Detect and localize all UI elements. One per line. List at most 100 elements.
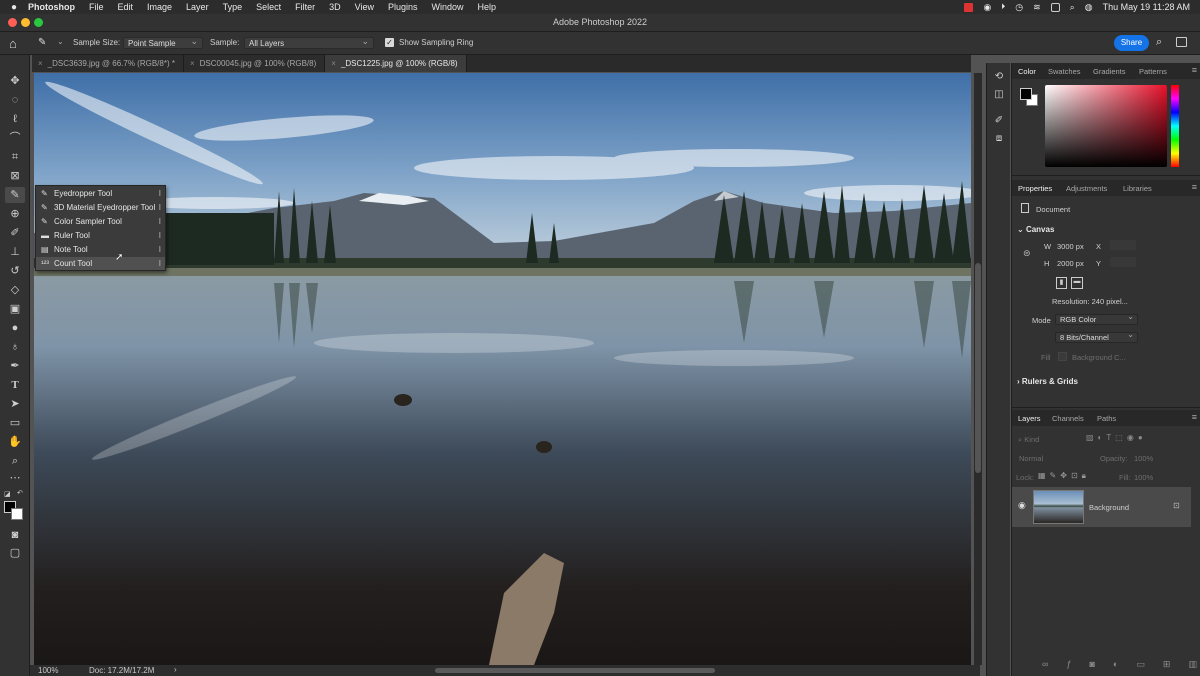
flyout-item-eyedropper[interactable]: ✎ Eyedropper Tool I (36, 187, 165, 200)
flyout-item-3d-material-eyedropper[interactable]: ✎ 3D Material Eyedropper Tool I (36, 201, 165, 214)
menu-help[interactable]: Help (478, 2, 497, 12)
color-field[interactable] (1045, 85, 1167, 167)
timer-icon[interactable]: ◷ (1015, 2, 1023, 13)
brush-settings-panel-icon[interactable]: ✐ (993, 115, 1005, 127)
menu-file[interactable]: File (89, 2, 104, 12)
creative-cloud-icon[interactable]: ◉ (983, 2, 991, 13)
vertical-scrollbar-thumb[interactable] (975, 263, 981, 473)
fill-swatch[interactable] (1058, 352, 1067, 361)
document-canvas[interactable] (34, 73, 971, 665)
link-dimensions-icon[interactable]: ⊜ (1023, 248, 1031, 259)
menu-edit[interactable]: Edit (118, 2, 134, 12)
marquee-tool-icon[interactable]: ◌ (5, 92, 25, 108)
zoom-level[interactable]: 100% (38, 666, 58, 675)
tab-patterns[interactable]: Patterns (1139, 67, 1167, 76)
tab-libraries[interactable]: Libraries (1123, 184, 1152, 193)
control-center-icon[interactable] (1050, 2, 1060, 12)
menu-window[interactable]: Window (432, 2, 464, 12)
horizontal-scrollbar[interactable] (435, 668, 715, 673)
close-tab-icon[interactable]: × (38, 59, 43, 68)
search-icon[interactable]: ⌕ (1070, 2, 1075, 13)
eraser-tool-icon[interactable]: ◇ (5, 282, 25, 298)
flyout-item-ruler[interactable]: ▬ Ruler Tool I (36, 229, 165, 242)
tab-adjustments[interactable]: Adjustments (1066, 184, 1107, 193)
quick-selection-tool-icon[interactable]: ⌒ (5, 130, 25, 146)
adjustment-layer-icon[interactable]: ◐ (1113, 659, 1118, 671)
gradient-tool-icon[interactable]: ▣ (5, 301, 25, 317)
fill-field[interactable]: 100% (1134, 473, 1153, 482)
tab-channels[interactable]: Channels (1052, 414, 1084, 423)
menu-type[interactable]: Type (223, 2, 243, 12)
wifi-icon[interactable]: ≋ (1033, 2, 1041, 13)
clone-stamp-tool-icon[interactable]: ⊥ (5, 244, 25, 260)
menu-photoshop[interactable]: Photoshop (28, 2, 75, 12)
sampling-ring-checkbox[interactable]: ✓ (385, 38, 394, 47)
close-tab-icon[interactable]: × (190, 59, 195, 68)
landscape-orientation-icon[interactable]: ▬ (1071, 277, 1083, 289)
tool-preset-chevron-icon[interactable]: ⌄ (57, 37, 64, 46)
menu-layer[interactable]: Layer (186, 2, 209, 12)
crop-tool-icon[interactable]: ⌗ (5, 149, 25, 165)
visibility-eye-icon[interactable]: ◉ (1018, 500, 1026, 511)
menu-3d[interactable]: 3D (329, 2, 341, 12)
portrait-orientation-icon[interactable]: ▮ (1056, 277, 1067, 289)
blur-tool-icon[interactable]: ● (5, 320, 25, 336)
sample-select[interactable]: All Layers (244, 36, 374, 49)
pen-tool-icon[interactable]: ✒ (5, 358, 25, 374)
zoom-tool-icon[interactable]: ⌕ (5, 453, 25, 469)
frame-tool-icon[interactable]: ⊠ (5, 168, 25, 184)
menu-view[interactable]: View (355, 2, 374, 12)
tab-layers[interactable]: Layers (1018, 414, 1041, 423)
x-field[interactable] (1110, 240, 1136, 250)
menu-filter[interactable]: Filter (295, 2, 315, 12)
layer-name[interactable]: Background (1089, 503, 1129, 512)
background-color-swatch[interactable] (11, 508, 23, 520)
vertical-scrollbar[interactable] (974, 73, 982, 665)
sample-size-select[interactable]: Point Sample (123, 36, 203, 49)
share-button[interactable]: Share (1114, 35, 1149, 51)
tab-gradients[interactable]: Gradients (1093, 67, 1126, 76)
path-selection-tool-icon[interactable]: ➤ (5, 396, 25, 412)
new-group-icon[interactable]: ▭ (1136, 659, 1145, 671)
apple-menu-icon[interactable]: ● (0, 2, 28, 13)
search-icon[interactable]: ⌕ (1156, 36, 1162, 49)
status-menu-arrow[interactable]: › (174, 665, 177, 674)
layer-style-icon[interactable]: ƒ (1066, 659, 1071, 671)
opacity-field[interactable]: 100% (1134, 454, 1153, 463)
tab-dsc3639[interactable]: × _DSC3639.jpg @ 66.7% (RGB/8*) * (32, 55, 184, 72)
mode-select[interactable]: RGB Color (1055, 313, 1138, 325)
new-layer-icon[interactable]: ⊞ (1163, 659, 1171, 671)
brush-tool-icon[interactable]: ✐ (5, 225, 25, 241)
add-mask-icon[interactable]: ◙ (1089, 659, 1094, 671)
layer-filter-icons[interactable]: ▨◐T⬚◉● (1086, 433, 1147, 442)
history-panel-icon[interactable]: ⟲ (993, 71, 1005, 83)
dodge-tool-icon[interactable]: ♁ (5, 339, 25, 355)
canvas-section-header[interactable]: ⌄ Canvas (1017, 225, 1054, 234)
recording-icon[interactable] (964, 2, 974, 12)
default-colors-icon[interactable]: ◪ (4, 490, 11, 498)
tab-swatches[interactable]: Swatches (1048, 67, 1081, 76)
play-icon[interactable]: ⏵ (1001, 2, 1005, 12)
panel-menu-icon[interactable]: ≡ (1192, 412, 1197, 422)
tool-preset-eyedropper-icon[interactable]: ✎ (38, 37, 46, 48)
siri-icon[interactable]: ◍ (1085, 2, 1093, 13)
panel-foreground-swatch[interactable] (1020, 88, 1032, 100)
panel-menu-icon[interactable]: ≡ (1192, 182, 1197, 192)
lasso-tool-icon[interactable]: ℓ (5, 111, 25, 127)
edit-toolbar-icon[interactable]: ⋯ (5, 470, 25, 486)
blend-mode-select[interactable]: Normal (1019, 454, 1043, 463)
eyedropper-tool-icon[interactable]: ✎ (5, 187, 25, 203)
width-field[interactable]: 3000 px (1057, 242, 1084, 251)
hue-slider[interactable] (1171, 85, 1179, 167)
swap-colors-icon[interactable]: ↶ (17, 489, 23, 497)
menu-plugins[interactable]: Plugins (388, 2, 418, 12)
flyout-item-count[interactable]: ¹²³ Count Tool I (36, 257, 165, 270)
menu-image[interactable]: Image (147, 2, 172, 12)
healing-brush-tool-icon[interactable]: ⊕ (5, 206, 25, 222)
tab-dsc1225[interactable]: × _DSC1225.jpg @ 100% (RGB/8) (325, 55, 467, 72)
layer-row-background[interactable]: ◉ Background ⊡ (1012, 487, 1191, 527)
height-field[interactable]: 2000 px (1057, 259, 1084, 268)
link-layers-icon[interactable]: ∞ (1042, 659, 1048, 671)
move-tool-icon[interactable]: ✥ (5, 73, 25, 89)
delete-layer-icon[interactable]: ▥ (1188, 659, 1197, 671)
